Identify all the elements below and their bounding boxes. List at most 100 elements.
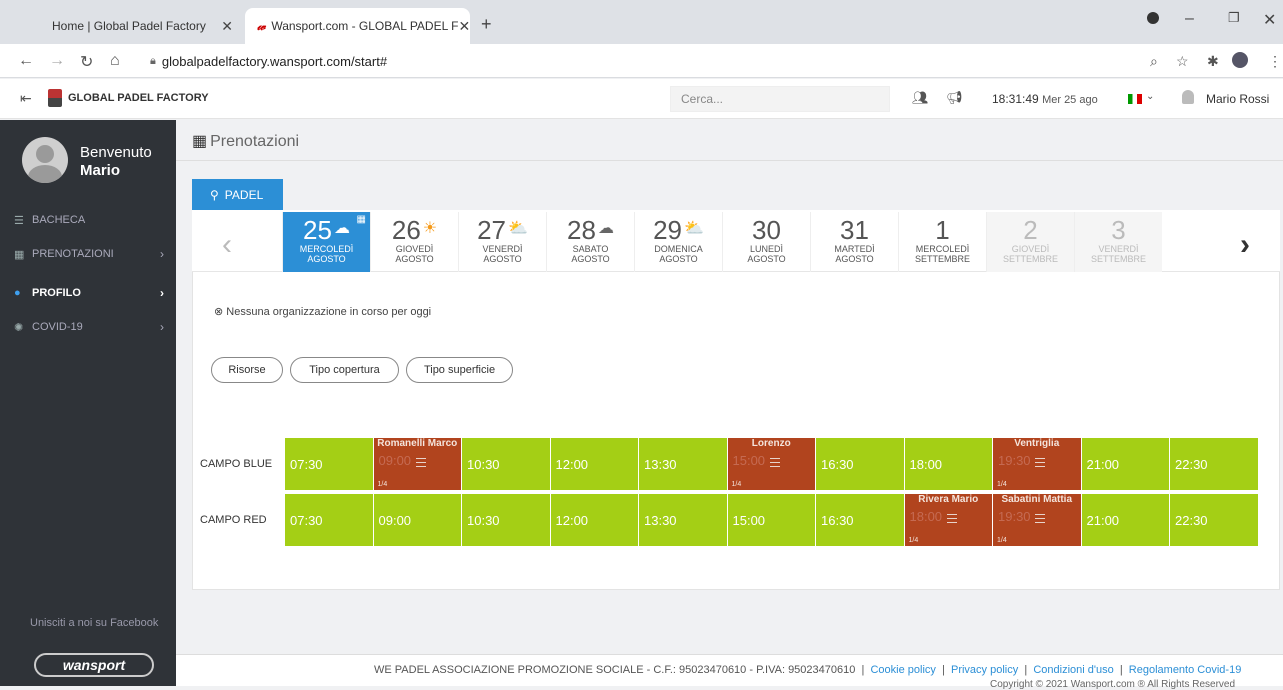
date-month: AGOSTO <box>307 254 346 264</box>
extension-icon[interactable] <box>1147 12 1159 24</box>
covid-rules-link[interactable]: Regolamento Covid-19 <box>1129 664 1242 676</box>
date-item[interactable]: 27 ⛅ VENERDÌ AGOSTO <box>458 212 546 272</box>
search-input[interactable]: Cerca... <box>670 86 890 112</box>
forward-icon[interactable]: → <box>49 52 65 70</box>
free-slot[interactable]: 13:30 <box>639 438 728 490</box>
booked-slot[interactable]: Romanelli Marco 09:00 1/4 <box>373 438 462 490</box>
free-slot[interactable]: 07:30 <box>285 494 374 546</box>
brand-name: GLOBAL PADEL FACTORY <box>68 92 209 104</box>
chevron-right-icon: › <box>160 286 164 300</box>
wansport-logo[interactable]: wansport <box>34 653 154 677</box>
restore-icon[interactable]: ❐ <box>1228 10 1240 26</box>
date-item[interactable]: 30 LUNEDÌ AGOSTO <box>722 212 810 272</box>
back-icon[interactable]: ← <box>18 52 34 70</box>
free-slot[interactable]: 10:30 <box>462 494 551 546</box>
free-slot[interactable]: 16:30 <box>816 438 905 490</box>
free-slot[interactable]: 12:00 <box>550 438 639 490</box>
reload-icon[interactable]: ↻ <box>80 52 93 72</box>
bookmark-star-icon[interactable]: ☆ <box>1176 53 1189 70</box>
free-slot[interactable]: 12:00 <box>550 494 639 546</box>
free-slot[interactable]: 18:00 <box>904 438 993 490</box>
date-number: 30 <box>752 215 781 245</box>
date-item[interactable]: 26 ☀ GIOVEDÌ AGOSTO <box>370 212 458 272</box>
free-slot[interactable]: 16:30 <box>816 494 905 546</box>
facebook-link[interactable]: Unisciti a noi su Facebook <box>30 617 158 629</box>
calendar-icon[interactable]: ▦ <box>357 214 366 225</box>
terms-link[interactable]: Condizioni d'uso <box>1033 664 1113 676</box>
free-slot[interactable]: 07:30 <box>285 438 374 490</box>
booked-slot[interactable]: Sabatini Mattia 19:30 1/4 <box>993 494 1082 546</box>
booked-slot[interactable]: Lorenzo 15:00 1/4 <box>727 438 816 490</box>
zoom-icon[interactable]: ⌕ <box>1150 53 1158 70</box>
date-item[interactable]: 29 ⛅ DOMENICA AGOSTO <box>634 212 722 272</box>
page-title: ▦ Prenotazioni <box>192 131 299 151</box>
user-name[interactable]: Mario Rossi <box>1206 92 1269 106</box>
privacy-policy-link[interactable]: Privacy policy <box>951 664 1018 676</box>
welcome-name: Mario <box>80 162 121 179</box>
slot-time: 13:30 <box>644 456 677 472</box>
date-item[interactable]: 25 ☁ MERCOLEDÌ AGOSTO ▦ <box>282 212 370 272</box>
filter-tipo-copertura-button[interactable]: Tipo copertura <box>290 357 399 383</box>
profile-avatar-icon[interactable] <box>1232 52 1248 68</box>
next-dates-arrow-icon[interactable]: › <box>1218 218 1272 272</box>
megaphone-icon[interactable]: 📢︎ <box>946 90 963 106</box>
date-weekday: MERCOLEDÌ <box>915 244 970 254</box>
sidebar-item-prenotazioni[interactable]: ▦ PRENOTAZIONI › <box>0 237 176 271</box>
tab-padel[interactable]: ⚲ PADEL <box>192 179 283 210</box>
filter-risorse-button[interactable]: Risorse <box>211 357 283 383</box>
sidebar-item-covid[interactable]: ✺ COVID-19 › <box>0 310 176 344</box>
booked-slot[interactable]: Ventriglia 19:30 1/4 <box>993 438 1082 490</box>
close-window-icon[interactable]: ✕ <box>1263 10 1276 30</box>
date-month: AGOSTO <box>747 254 786 264</box>
slot-fraction: 1/4 <box>908 537 919 544</box>
users-icon[interactable]: 👥︎ <box>912 90 929 106</box>
date-item[interactable]: 3 VENERDÌ SETTEMBRE <box>1074 212 1162 272</box>
date-month: AGOSTO <box>659 254 698 264</box>
filter-tipo-superficie-button[interactable]: Tipo superficie <box>406 357 513 383</box>
free-slot[interactable]: 21:00 <box>1081 494 1170 546</box>
date-item[interactable]: 31 MARTEDÌ AGOSTO <box>810 212 898 272</box>
court-name: CAMPO RED <box>200 514 267 526</box>
new-tab-icon[interactable]: + <box>481 14 492 35</box>
slot-time: 21:00 <box>1086 512 1120 528</box>
date-weekday: MERCOLEDÌ <box>299 244 354 254</box>
free-slot[interactable]: 13:30 <box>639 494 728 546</box>
slot-time: 22:30 <box>1175 456 1208 472</box>
date-month: AGOSTO <box>571 254 610 264</box>
date-item[interactable]: 1 MERCOLEDÌ SETTEMBRE <box>898 212 986 272</box>
browser-tab-wansport[interactable]: 𝓌 Wansport.com - GLOBAL PADEL F ✕ <box>245 8 470 44</box>
slot-time: 12:00 <box>555 456 589 472</box>
free-slot[interactable]: 22:30 <box>1170 494 1259 546</box>
booker-name: Lorenzo <box>751 438 791 449</box>
free-slot[interactable]: 10:30 <box>462 438 551 490</box>
sidebar-item-bacheca[interactable]: ☰ BACHECA <box>0 203 176 237</box>
sidebar-item-profilo[interactable]: ● PROFILO › <box>0 276 176 310</box>
slot-fraction: 1/4 <box>997 481 1007 488</box>
chevron-down-icon[interactable]: ⌄ <box>1146 91 1154 102</box>
more-menu-icon[interactable]: ⋮ <box>1268 53 1282 70</box>
minimize-icon[interactable]: – <box>1185 10 1194 28</box>
browser-tab-home[interactable]: Home | Global Padel Factory ✕ <box>40 8 245 44</box>
free-slot[interactable]: 21:00 <box>1081 438 1170 490</box>
date-weekday: MARTEDÌ <box>834 244 875 254</box>
italian-flag-icon[interactable] <box>1128 94 1142 104</box>
home-icon[interactable]: ⌂ <box>110 52 120 70</box>
menu-toggle-icon[interactable]: ⇤ <box>20 90 32 107</box>
slot-time: 15:00 <box>732 453 766 468</box>
close-icon[interactable]: ✕ <box>459 18 471 35</box>
cookie-policy-link[interactable]: Cookie policy <box>870 664 935 676</box>
free-slot[interactable]: 15:00 <box>727 494 816 546</box>
close-icon[interactable]: ✕ <box>221 18 233 35</box>
free-slot[interactable]: 09:00 <box>373 494 462 546</box>
date-weekday: DOMENICA <box>654 244 703 254</box>
prev-dates-arrow-icon[interactable]: ‹ <box>200 218 254 272</box>
url-field[interactable]: 🔒︎ globalpadelfactory.wansport.com/start… <box>150 49 1150 73</box>
date-item[interactable]: 28 ☁ SABATO AGOSTO <box>546 212 634 272</box>
date-item[interactable]: 2 GIOVEDÌ SETTEMBRE <box>986 212 1074 272</box>
slot-time: 19:30 <box>998 453 1031 468</box>
date-weekday: SABATO <box>572 244 609 254</box>
free-slot[interactable]: 22:30 <box>1170 438 1259 490</box>
extensions-puzzle-icon[interactable]: ✱ <box>1207 53 1219 70</box>
slot-fraction: 1/4 <box>997 537 1007 544</box>
booked-slot[interactable]: Rivera Mario 18:00 1/4 <box>904 494 993 546</box>
